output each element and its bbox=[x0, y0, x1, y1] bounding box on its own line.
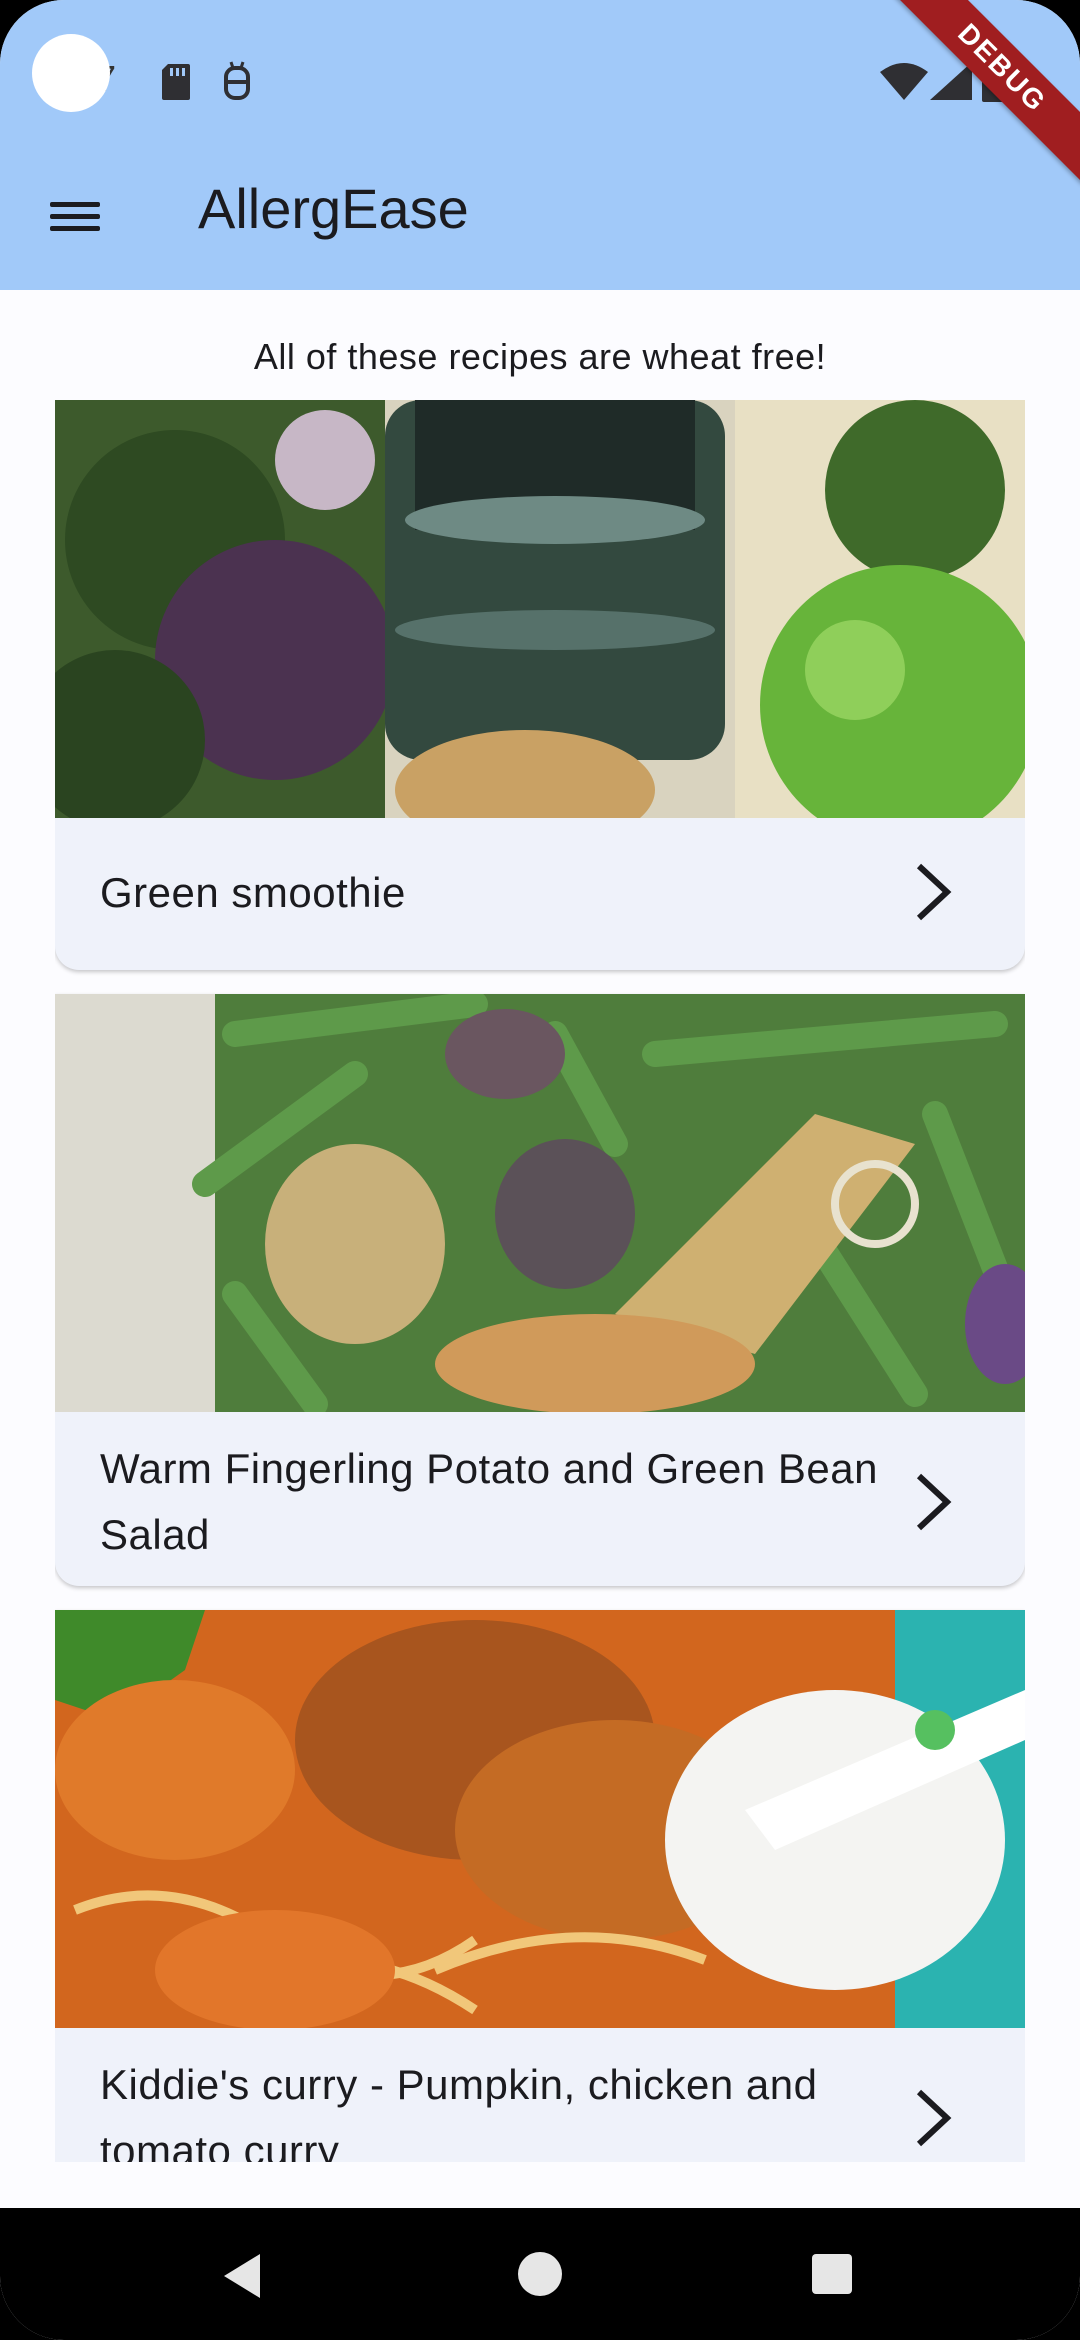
chevron-right-icon[interactable] bbox=[911, 862, 955, 922]
app-screen: 7 DEBUG bbox=[0, 0, 1080, 2340]
recipe-title: Kiddie's curry - Pumpkin, chicken and to… bbox=[100, 2061, 818, 2162]
recipe-image bbox=[55, 994, 1025, 1412]
recents-icon[interactable] bbox=[812, 2254, 852, 2294]
recipe-title: Green smoothie bbox=[100, 869, 406, 916]
potato-bean-salad-photo bbox=[55, 994, 1025, 1412]
pumpkin-chicken-curry-photo bbox=[55, 1610, 1025, 2028]
home-icon[interactable] bbox=[518, 2252, 562, 2296]
recipe-image bbox=[55, 1610, 1025, 2028]
green-smoothie-photo bbox=[55, 400, 1025, 818]
chevron-right-icon[interactable] bbox=[911, 2088, 955, 2148]
camera-cutout bbox=[32, 34, 110, 112]
app-bar: AllergEase bbox=[0, 140, 1080, 290]
recipe-card[interactable]: Kiddie's curry - Pumpkin, chicken and to… bbox=[55, 1610, 1025, 2162]
recipe-card[interactable]: Warm Fingerling Potato and Green Bean Sa… bbox=[55, 994, 1025, 1586]
wifi-icon bbox=[880, 63, 928, 100]
hamburger-menu-icon[interactable] bbox=[36, 172, 120, 256]
sd-card-icon bbox=[162, 64, 190, 100]
recipe-card[interactable]: Green smoothie bbox=[55, 400, 1025, 970]
system-navigation-bar bbox=[0, 2208, 1080, 2340]
recipe-title: Warm Fingerling Potato and Green Bean Sa… bbox=[100, 1445, 879, 1558]
accessibility-service-icon bbox=[224, 61, 250, 100]
back-icon[interactable] bbox=[220, 2252, 268, 2300]
cellular-signal-icon bbox=[930, 62, 972, 100]
status-bar: 7 DEBUG bbox=[0, 0, 1080, 184]
chevron-right-icon[interactable] bbox=[911, 1472, 955, 1532]
page-subtitle: All of these recipes are wheat free! bbox=[253, 336, 827, 377]
recipe-image bbox=[55, 400, 1025, 818]
recipe-list[interactable]: Green smoothie Warm Fingerling Potato an… bbox=[55, 400, 1025, 2162]
app-title: AllergEase bbox=[198, 177, 469, 240]
top-bar: 7 DEBUG bbox=[0, 0, 1080, 290]
